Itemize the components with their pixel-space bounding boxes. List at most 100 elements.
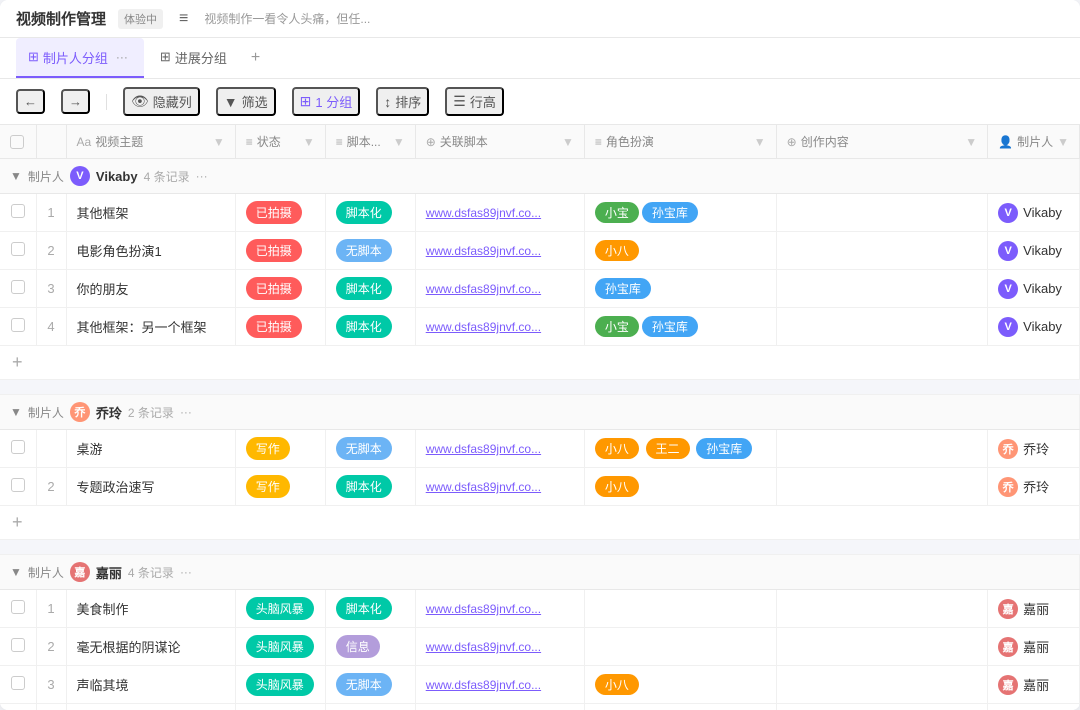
link-q1[interactable]: www.dsfas89jnvf.co... — [426, 442, 541, 456]
th-creator[interactable]: 👤制片人▼ — [988, 125, 1080, 159]
add-row-vikaby[interactable]: + — [0, 346, 1080, 380]
th-status[interactable]: ≡状态▼ — [235, 125, 325, 159]
th-role[interactable]: ≡角色扮演▼ — [584, 125, 776, 159]
cell-script-j1[interactable]: 脚本化 — [325, 590, 415, 628]
group-more-jiali[interactable]: ··· — [180, 565, 192, 579]
cell-link-v2[interactable]: www.dsfas89jnvf.co... — [415, 232, 584, 270]
cell-status-v4[interactable]: 已拍摄 — [235, 308, 325, 346]
cell-script-v2[interactable]: 无脚本 — [325, 232, 415, 270]
group-chevron-qiaoling[interactable]: ▼ — [10, 405, 22, 419]
cell-check-v3[interactable] — [0, 270, 36, 308]
cell-check-v4[interactable] — [0, 308, 36, 346]
cell-script-j4[interactable]: 脚本化 — [325, 704, 415, 710]
cell-content-j2[interactable] — [776, 628, 988, 666]
cell-link-j4[interactable]: www.dsfas89jnvf.co... — [415, 704, 584, 710]
cell-title-v4[interactable]: 其他框架：另一个框架 — [66, 308, 235, 346]
cell-check-v1[interactable] — [0, 194, 36, 232]
cell-status-v2[interactable]: 已拍摄 — [235, 232, 325, 270]
th-link[interactable]: ⊕关联脚本▼ — [415, 125, 584, 159]
cell-status-q1[interactable]: 写作 — [235, 430, 325, 468]
cell-script-v1[interactable]: 脚本化 — [325, 194, 415, 232]
link-v3[interactable]: www.dsfas89jnvf.co... — [426, 282, 541, 296]
tab-add-button[interactable]: + — [243, 45, 268, 71]
cell-status-j1[interactable]: 头脑风暴 — [235, 590, 325, 628]
cell-title-q1[interactable]: 桌游 — [66, 430, 235, 468]
cell-check-j4[interactable] — [0, 704, 36, 710]
cell-check-j1[interactable] — [0, 590, 36, 628]
cell-check-v2[interactable] — [0, 232, 36, 270]
cell-content-j4[interactable]: PDBT：求求你做个人吧 — [776, 704, 988, 710]
cell-link-j1[interactable]: www.dsfas89jnvf.co... — [415, 590, 584, 628]
link-v2[interactable]: www.dsfas89jnvf.co... — [426, 244, 541, 258]
cell-status-q2[interactable]: 写作 — [235, 468, 325, 506]
cell-content-v3[interactable] — [776, 270, 988, 308]
link-j3[interactable]: www.dsfas89jnvf.co... — [426, 678, 541, 692]
cell-title-j2[interactable]: 毫无根据的阴谋论 — [66, 628, 235, 666]
hide-col-button[interactable]: 👁 隐藏列 — [123, 87, 200, 116]
cell-content-v1[interactable] — [776, 194, 988, 232]
cell-script-v4[interactable]: 脚本化 — [325, 308, 415, 346]
tab-icon-group2: ⊞ — [160, 49, 171, 65]
cell-status-v3[interactable]: 已拍摄 — [235, 270, 325, 308]
cell-content-v2[interactable] — [776, 232, 988, 270]
cell-link-j2[interactable]: www.dsfas89jnvf.co... — [415, 628, 584, 666]
group-chevron-jiali[interactable]: ▼ — [10, 565, 22, 579]
tab-more-group1[interactable]: ··· — [112, 46, 132, 68]
nav-forward[interactable]: → — [61, 89, 90, 114]
cell-script-v3[interactable]: 脚本化 — [325, 270, 415, 308]
cell-link-q2[interactable]: www.dsfas89jnvf.co... — [415, 468, 584, 506]
cell-script-q2[interactable]: 脚本化 — [325, 468, 415, 506]
cell-link-j3[interactable]: www.dsfas89jnvf.co... — [415, 666, 584, 704]
menu-icon[interactable]: ≡ — [179, 10, 188, 28]
tab-group2[interactable]: ⊞ 进展分组 — [148, 40, 239, 77]
cell-link-v1[interactable]: www.dsfas89jnvf.co... — [415, 194, 584, 232]
cell-title-v3[interactable]: 你的朋友 — [66, 270, 235, 308]
cell-script-j2[interactable]: 信息 — [325, 628, 415, 666]
cell-script-q1[interactable]: 无脚本 — [325, 430, 415, 468]
cell-status-j3[interactable]: 头脑风暴 — [235, 666, 325, 704]
cell-check-j3[interactable] — [0, 666, 36, 704]
cell-link-v3[interactable]: www.dsfas89jnvf.co... — [415, 270, 584, 308]
th-content[interactable]: ⊕创作内容▼ — [776, 125, 988, 159]
cell-link-q1[interactable]: www.dsfas89jnvf.co... — [415, 430, 584, 468]
cell-link-v4[interactable]: www.dsfas89jnvf.co... — [415, 308, 584, 346]
cell-content-q2[interactable] — [776, 468, 988, 506]
cell-title-v1[interactable]: 其他框架 — [66, 194, 235, 232]
rowheight-button[interactable]: ☰ 行高 — [445, 87, 504, 116]
cell-title-q2[interactable]: 专题政治速写 — [66, 468, 235, 506]
cell-script-j3[interactable]: 无脚本 — [325, 666, 415, 704]
cell-title-j1[interactable]: 美食制作 — [66, 590, 235, 628]
group-more-qiaoling[interactable]: ··· — [180, 405, 192, 419]
group-chevron-vikaby[interactable]: ▼ — [10, 169, 22, 183]
group-button[interactable]: ⊞ 1 分组 — [292, 87, 361, 116]
th-script[interactable]: ≡脚本...▼ — [325, 125, 415, 159]
tab-group1[interactable]: ⊞ 制片人分组 ··· — [16, 38, 144, 78]
cell-check-q2[interactable] — [0, 468, 36, 506]
cell-content-j1[interactable] — [776, 590, 988, 628]
cell-status-j4[interactable]: 头脑风暴 — [235, 704, 325, 710]
filter-button[interactable]: ▼ 筛选 — [216, 87, 276, 116]
cell-content-j3[interactable] — [776, 666, 988, 704]
cell-content-v4[interactable] — [776, 308, 988, 346]
add-icon-qiaoling[interactable]: + — [12, 512, 23, 532]
add-row-qiaoling[interactable]: + — [0, 506, 1080, 540]
cell-status-j2[interactable]: 头脑风暴 — [235, 628, 325, 666]
link-v4[interactable]: www.dsfas89jnvf.co... — [426, 320, 541, 334]
cell-content-q1[interactable] — [776, 430, 988, 468]
cell-title-j4[interactable]: 实时专题素描 — [66, 704, 235, 710]
select-all-checkbox[interactable] — [10, 135, 24, 149]
sort-button[interactable]: ↕ 排序 — [376, 87, 429, 116]
cell-check-q1[interactable] — [0, 430, 36, 468]
cell-title-j3[interactable]: 声临其境 — [66, 666, 235, 704]
link-q2[interactable]: www.dsfas89jnvf.co... — [426, 480, 541, 494]
cell-check-j2[interactable] — [0, 628, 36, 666]
group-more-vikaby[interactable]: ··· — [196, 169, 208, 183]
nav-back[interactable]: ← — [16, 89, 45, 114]
link-v1[interactable]: www.dsfas89jnvf.co... — [426, 206, 541, 220]
cell-title-v2[interactable]: 电影角色扮演1 — [66, 232, 235, 270]
th-title[interactable]: Aa视频主题▼ — [66, 125, 235, 159]
link-j1[interactable]: www.dsfas89jnvf.co... — [426, 602, 541, 616]
add-icon-vikaby[interactable]: + — [12, 352, 23, 372]
link-j2[interactable]: www.dsfas89jnvf.co... — [426, 640, 541, 654]
cell-status-v1[interactable]: 已拍摄 — [235, 194, 325, 232]
